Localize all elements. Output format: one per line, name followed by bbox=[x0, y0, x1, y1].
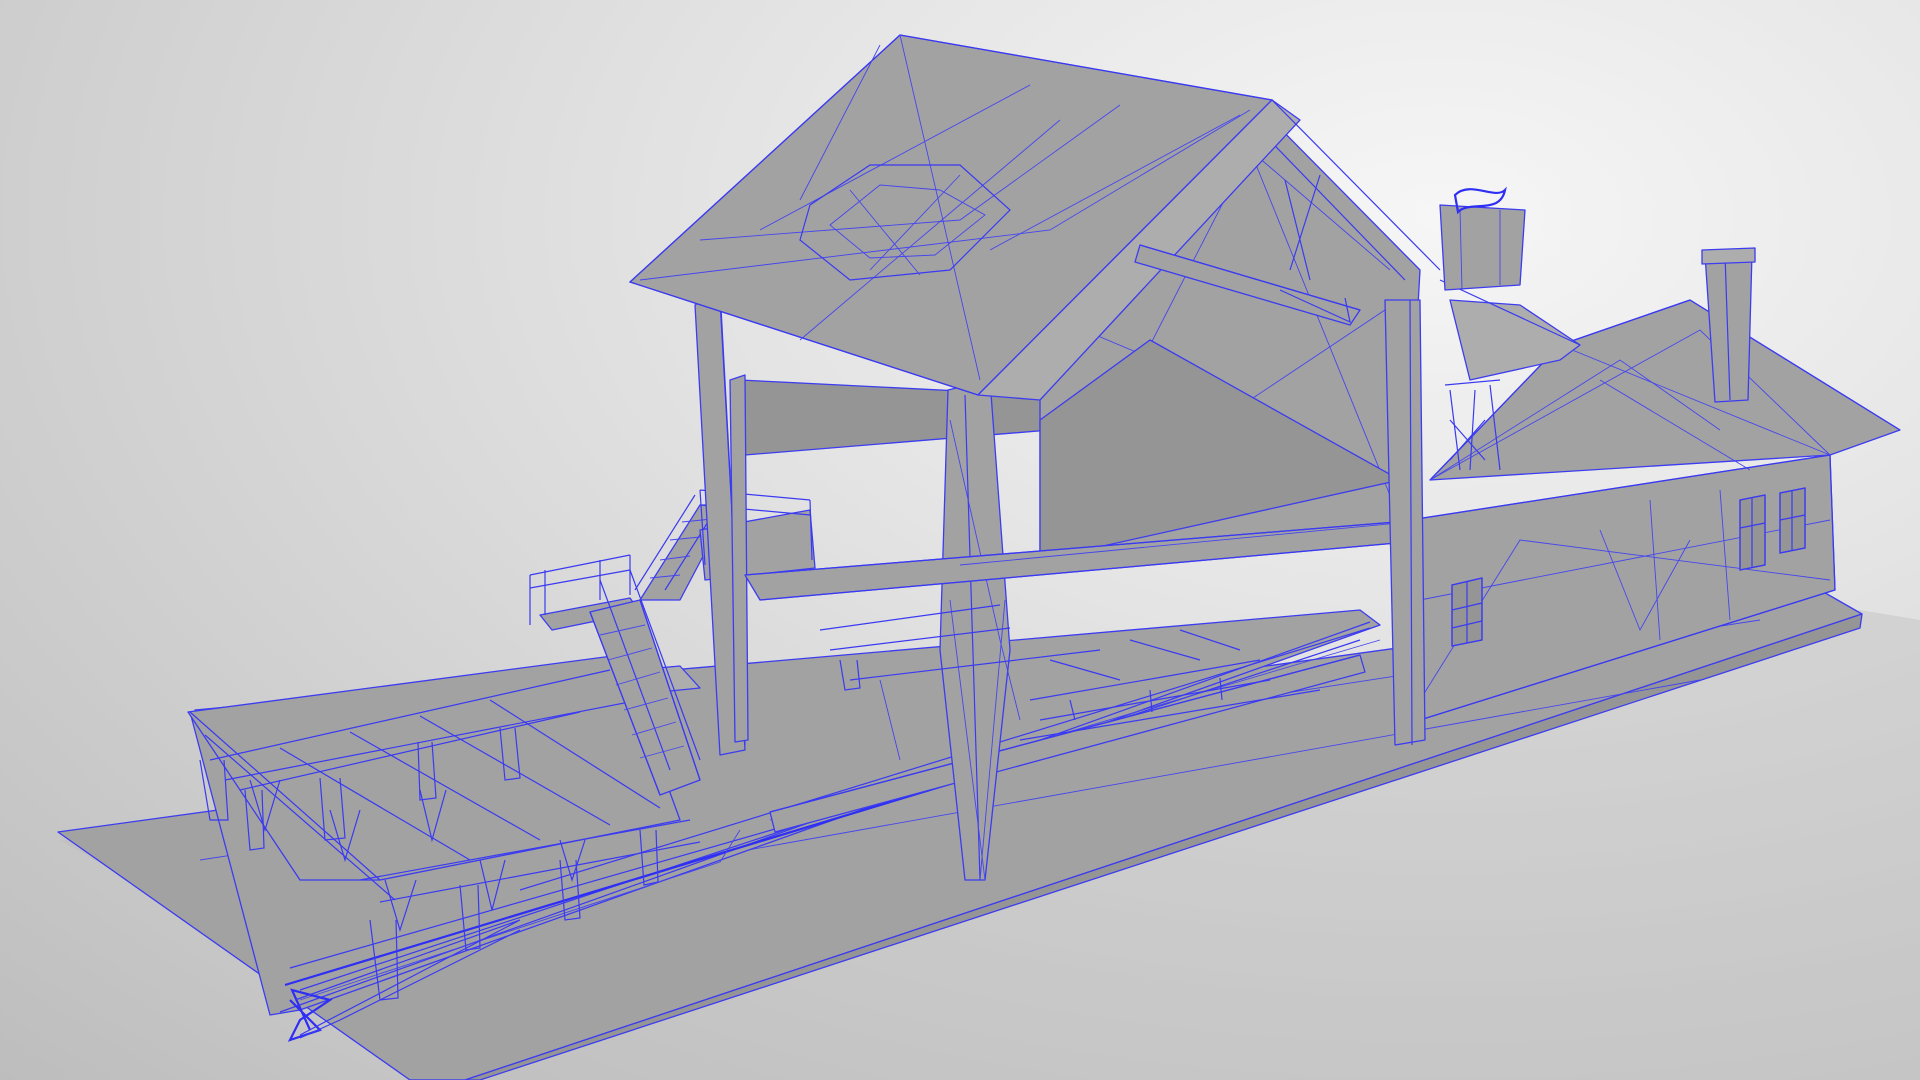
model-render bbox=[57, 34, 1920, 1080]
3d-viewport[interactable] bbox=[0, 0, 1920, 1080]
house-window-3 bbox=[1779, 487, 1806, 554]
house-window bbox=[1451, 577, 1483, 647]
house-window-2 bbox=[1739, 494, 1766, 571]
